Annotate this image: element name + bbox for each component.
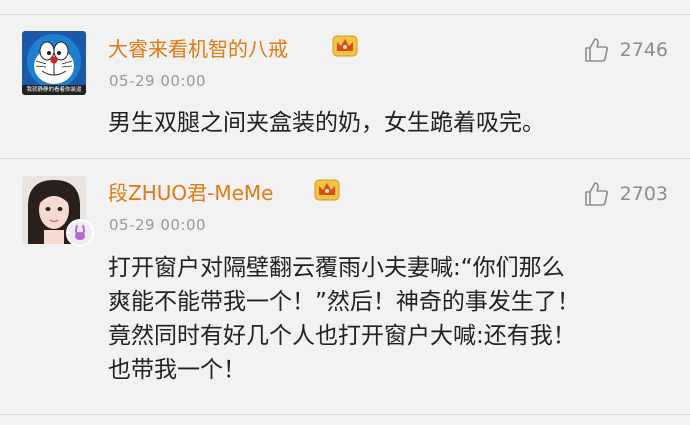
avatar[interactable]: 我就静静的看着你装逼 [22, 31, 86, 95]
like-button[interactable]: 2746 [582, 36, 668, 64]
comment-item: 段ZHUO君-MeMe 05-29 00:00 2703 打开窗户对隔壁翻云覆雨… [0, 159, 690, 415]
like-count: 2703 [619, 183, 668, 205]
like-thumb-icon [584, 38, 608, 62]
username[interactable]: 大睿来看机智的八戒 [108, 33, 288, 62]
comment-text: 打开窗户对隔壁翻云覆雨小夫妻喊:“你们那么爽能不能带我一个！”然后！神奇的事发生… [108, 255, 580, 383]
rabbit-badge-icon [68, 221, 92, 245]
like-count: 2746 [619, 39, 668, 61]
comment-divider [0, 414, 690, 415]
comment-text: 男生双腿之间夹盒装的奶，女生跪着吸完。 [108, 110, 545, 136]
timestamp: 05-29 00:00 [109, 72, 207, 90]
avatar-caption: 我就静静的看着你装逼 [26, 87, 82, 93]
vip-crown-icon [314, 176, 340, 202]
member-badge [66, 219, 94, 247]
vip-crown-icon [332, 32, 358, 58]
comment-item: 我就静静的看着你装逼 大睿来看机智的八戒 05-29 00:00 2746 男生… [0, 15, 690, 158]
username[interactable]: 段ZHUO君-MeMe [108, 177, 273, 206]
like-button[interactable]: 2703 [582, 180, 668, 208]
timestamp: 05-29 00:00 [109, 216, 207, 234]
like-thumb-icon [584, 182, 608, 206]
